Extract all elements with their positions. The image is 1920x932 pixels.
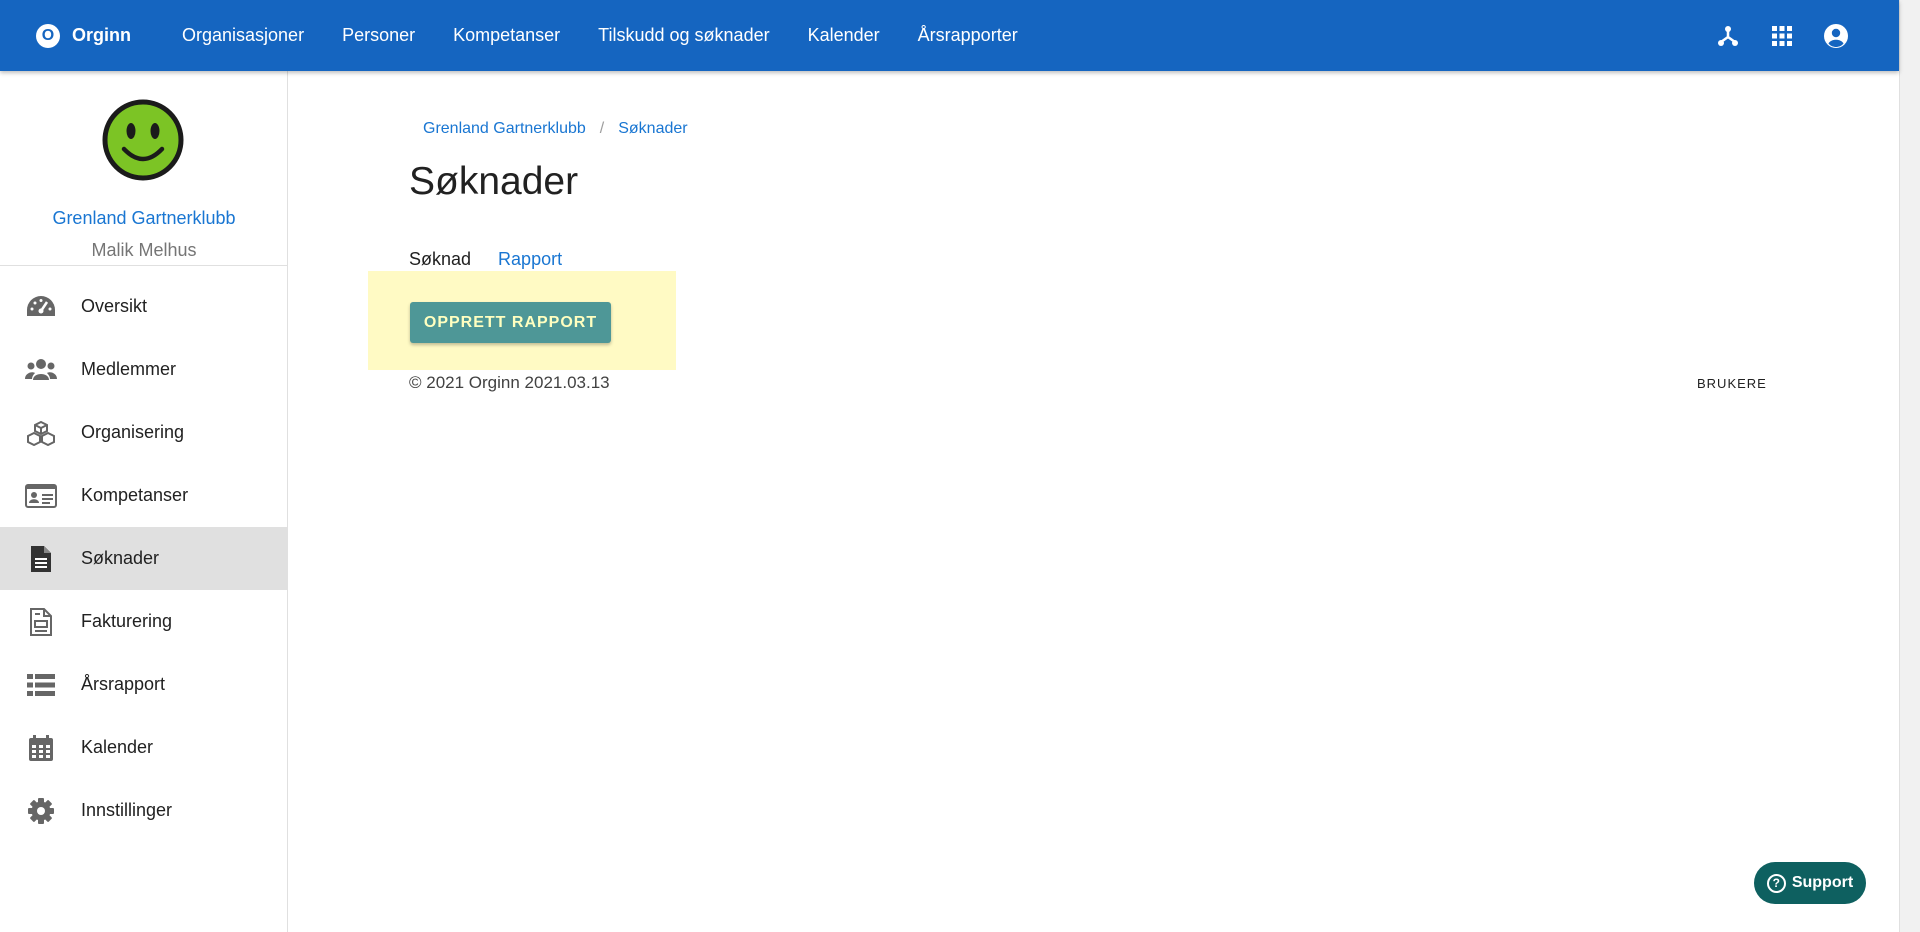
top-nav: Organisasjoner Personer Kompetanser Tils… [182,25,1037,46]
page-scrollbar[interactable] [1899,0,1920,932]
sidebar-item-oversikt[interactable]: Oversikt [0,275,287,338]
sidebar-item-innstillinger[interactable]: Innstillinger [0,779,287,842]
sidebar-menu: Oversikt Medlemmer Organisering Kompetan… [0,275,287,842]
dashboard-icon [0,294,81,320]
top-app-bar: O Orginn Organisasjoner Personer Kompeta… [0,0,1899,71]
cubes-icon [0,420,81,446]
footer-brukere-link[interactable]: BRUKERE [1697,376,1767,391]
id-card-icon [0,483,81,508]
sidebar-item-arsrapport[interactable]: Årsrapport [0,653,287,716]
account-circle-icon[interactable] [1809,9,1863,63]
breadcrumb-separator: / [599,120,605,137]
user-name: Malik Melhus [91,240,197,260]
nav-kompetanser[interactable]: Kompetanser [434,25,579,46]
breadcrumb-soknader-link[interactable]: Søknader [618,120,687,138]
page-title: Søknader [409,160,579,203]
sidebar-item-label: Årsrapport [81,674,166,694]
sidebar-item-medlemmer[interactable]: Medlemmer [0,338,287,401]
sidebar-item-kompetanser[interactable]: Kompetanser [0,464,287,527]
sidebar-item-label: Kompetanser [81,485,189,505]
nav-arsrapporter[interactable]: Årsrapporter [899,25,1037,46]
footer-copyright: © 2021 Orginn 2021.03.13 [409,373,610,392]
support-button[interactable]: ? Support [1754,862,1866,904]
sidebar-item-label: Søknader [81,548,160,568]
sidebar-item-fakturering[interactable]: Fakturering [0,590,287,653]
club-avatar-smiley-icon [102,99,184,181]
calendar-icon [0,734,81,762]
sidebar: Grenland Gartnerklubb Malik Melhus Overs… [0,71,288,932]
breadcrumb: Grenland Gartnerklubb / Søknader [423,120,688,138]
apps-grid-icon[interactable] [1755,9,1809,63]
nav-tilskudd-og-soknader[interactable]: Tilskudd og søknader [579,25,788,46]
sidebar-item-label: Oversikt [81,296,148,316]
brand-name: Orginn [72,25,131,45]
sidebar-item-soknader[interactable]: Søknader [0,527,287,590]
document-icon [0,545,81,573]
sidebar-item-kalender[interactable]: Kalender [0,716,287,779]
nav-personer[interactable]: Personer [323,25,434,46]
help-icon: ? [1766,873,1786,893]
club-name-link[interactable]: Grenland Gartnerklubb [0,208,288,229]
sidebar-item-label: Medlemmer [81,359,177,379]
support-label: Support [1791,874,1854,891]
sidebar-item-label: Organisering [81,422,185,442]
invoice-icon [0,607,81,636]
people-icon [0,358,81,382]
brand-logo-link[interactable]: O Orginn [36,23,182,48]
sidebar-item-label: Innstillinger [81,800,173,820]
create-report-button[interactable]: OPPRETT RAPPORT [410,302,611,343]
orginn-logo: O [36,23,60,48]
list-icon [0,673,81,697]
hierarchy-icon[interactable] [1701,9,1755,63]
sidebar-item-label: Fakturering [81,611,173,631]
sidebar-item-organisering[interactable]: Organisering [0,401,287,464]
nav-organisasjoner[interactable]: Organisasjoner [182,25,323,46]
top-icon-group [1701,0,1863,71]
gear-icon [0,797,81,825]
sidebar-divider [0,265,288,266]
breadcrumb-club-link[interactable]: Grenland Gartnerklubb [423,120,586,138]
nav-kalender[interactable]: Kalender [789,25,899,46]
sidebar-item-label: Kalender [81,737,154,757]
